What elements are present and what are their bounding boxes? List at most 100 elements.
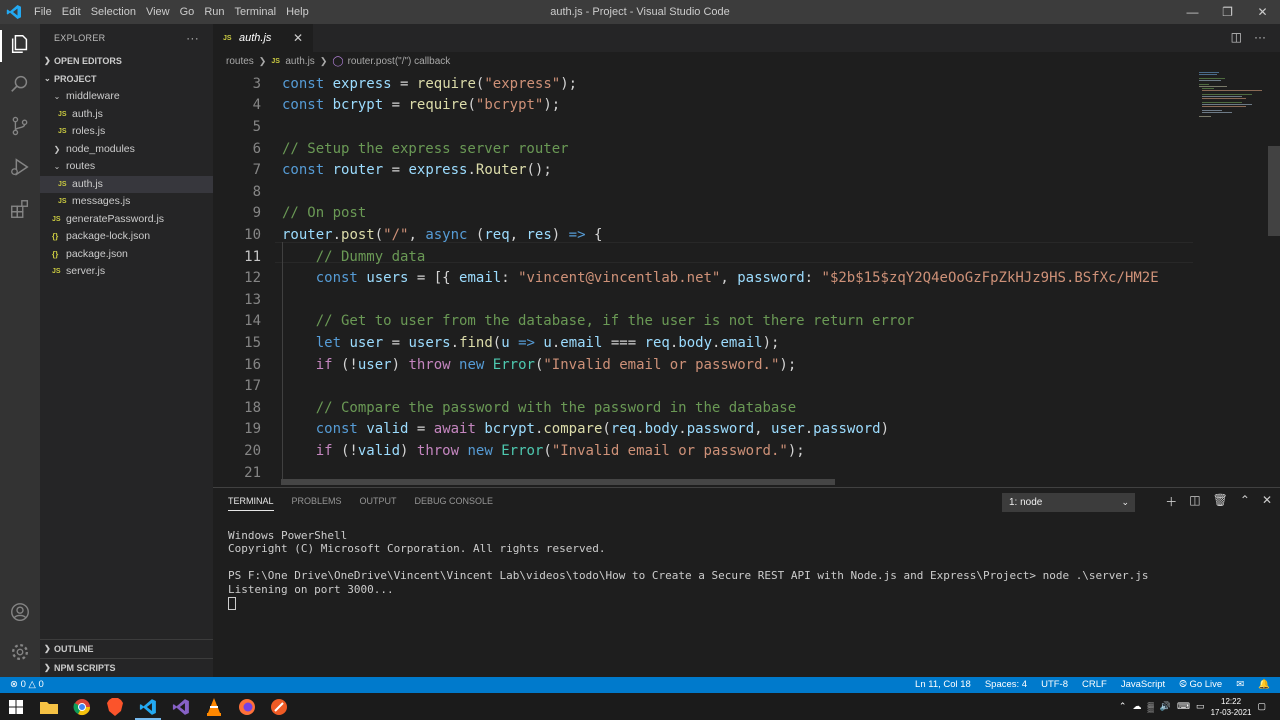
- system-clock[interactable]: 12:22 17-03-2021: [1211, 696, 1252, 718]
- tree-item-label: messages.js: [72, 195, 131, 207]
- chevron-right-icon: ❯: [319, 55, 328, 66]
- brave-icon[interactable]: [104, 696, 126, 718]
- tab-problems[interactable]: PROBLEMS: [292, 496, 342, 511]
- chevron-down-icon: ⌄: [53, 92, 61, 101]
- maximize-panel-icon[interactable]: ⌃: [1240, 493, 1250, 510]
- account-icon[interactable]: [8, 600, 32, 624]
- tab-terminal[interactable]: TERMINAL: [228, 496, 274, 511]
- cursor-position[interactable]: Ln 11, Col 18: [915, 677, 971, 693]
- status-right: Ln 11, Col 18 Spaces: 4 UTF-8 CRLF JavaS…: [915, 677, 1270, 693]
- restore-icon[interactable]: ❐: [1210, 0, 1245, 24]
- notification-center-icon[interactable]: ▢: [1257, 701, 1266, 712]
- problems-indicator[interactable]: ⊗ 0 △ 0: [10, 677, 44, 693]
- chevron-right-icon: ❯: [53, 144, 61, 154]
- tree-item[interactable]: ⌄ routes: [40, 158, 213, 176]
- line-endings[interactable]: CRLF: [1082, 677, 1107, 693]
- feedback-icon[interactable]: ✉: [1236, 677, 1244, 693]
- warning-count: 0: [38, 679, 44, 690]
- vertical-scrollbar[interactable]: [1268, 70, 1280, 487]
- code-line: const express = require("express");: [282, 75, 578, 92]
- tree-item[interactable]: JS server.js: [40, 263, 213, 281]
- language-mode[interactable]: JavaScript: [1121, 677, 1165, 693]
- broadcast-icon: ⧀: [1179, 679, 1187, 690]
- npm-scripts-section[interactable]: ❯ NPM SCRIPTS: [40, 658, 213, 677]
- menu-file[interactable]: File: [34, 0, 59, 24]
- tab-auth-js[interactable]: JS auth.js ✕: [213, 24, 313, 52]
- tree-item[interactable]: JS messages.js: [40, 193, 213, 211]
- tree-item[interactable]: ⌄ middleware: [40, 88, 213, 106]
- vscode-taskbar-icon[interactable]: [137, 696, 159, 718]
- tree-item[interactable]: JS roles.js: [40, 123, 213, 141]
- project-section[interactable]: ⌄ PROJECT: [40, 70, 213, 88]
- tree-item[interactable]: ❯ node_modules: [40, 141, 213, 159]
- terminal-select[interactable]: 1: node ⌄: [1002, 493, 1135, 512]
- tree-item[interactable]: JS auth.js: [40, 175, 213, 193]
- run-debug-icon[interactable]: [8, 155, 32, 179]
- settings-gear-icon[interactable]: [8, 640, 32, 664]
- breadcrumb-file[interactable]: auth.js: [285, 56, 314, 67]
- source-control-icon[interactable]: [8, 114, 32, 138]
- menu-go[interactable]: Go: [180, 0, 202, 24]
- terminal-line: PS F:\One Drive\OneDrive\Vincent\Vincent…: [228, 569, 1149, 583]
- menu-terminal[interactable]: Terminal: [235, 0, 284, 24]
- code-line: // Compare the password with the passwor…: [315, 399, 797, 416]
- horizontal-scrollbar[interactable]: [281, 479, 835, 485]
- chrome-icon[interactable]: [71, 696, 93, 718]
- menu-run[interactable]: Run: [204, 0, 231, 24]
- minimap[interactable]: [1193, 70, 1268, 487]
- extensions-icon[interactable]: [8, 197, 32, 221]
- tree-item[interactable]: JS generatePassword.js: [40, 211, 213, 229]
- volume-icon[interactable]: 🔊: [1160, 701, 1171, 712]
- scrollbar-thumb[interactable]: [1268, 146, 1280, 236]
- indentation[interactable]: Spaces: 4: [985, 677, 1027, 693]
- explorer-icon[interactable]: [8, 32, 32, 56]
- keyboard-icon[interactable]: ⌨: [1177, 701, 1190, 712]
- windows-start-icon[interactable]: [5, 696, 27, 718]
- line-number: 13: [244, 291, 261, 308]
- menu-view[interactable]: View: [146, 0, 177, 24]
- line-number-row: 17: [213, 375, 1193, 397]
- menu-help[interactable]: Help: [286, 0, 316, 24]
- vlc-icon[interactable]: [203, 696, 225, 718]
- encoding[interactable]: UTF-8: [1041, 677, 1068, 693]
- minimize-icon[interactable]: —: [1175, 0, 1210, 24]
- terminal-output[interactable]: Windows PowerShell Copyright (C) Microsof…: [228, 529, 1149, 610]
- open-editors-section[interactable]: ❯ OPEN EDITORS: [40, 52, 213, 70]
- more-actions-icon[interactable]: ···: [1254, 30, 1266, 44]
- split-editor-icon[interactable]: ◫: [1231, 30, 1242, 44]
- terminal-line: Copyright (C) Microsoft Corporation. All…: [228, 542, 606, 556]
- more-actions-icon[interactable]: ···: [186, 24, 199, 52]
- go-live-button[interactable]: ⧀ Go Live: [1179, 677, 1222, 693]
- cloud-icon[interactable]: ☁: [1132, 701, 1141, 712]
- firefox-icon[interactable]: [236, 696, 258, 718]
- close-tab-icon[interactable]: ✕: [293, 31, 303, 45]
- menu-edit[interactable]: Edit: [62, 0, 88, 24]
- postman-icon[interactable]: [268, 696, 290, 718]
- battery-icon[interactable]: ▭: [1196, 701, 1205, 712]
- visual-studio-icon[interactable]: [170, 696, 192, 718]
- split-terminal-icon[interactable]: ◫: [1189, 493, 1200, 510]
- network-icon[interactable]: ▒: [1147, 702, 1153, 712]
- tree-item[interactable]: {} package-lock.json: [40, 228, 213, 246]
- chevron-up-icon[interactable]: ⌃: [1119, 701, 1127, 712]
- close-window-icon[interactable]: ✕: [1245, 0, 1280, 24]
- tab-label: auth.js: [239, 32, 272, 44]
- tree-item[interactable]: JS auth.js: [40, 106, 213, 124]
- menu-selection[interactable]: Selection: [91, 0, 143, 24]
- tab-output[interactable]: OUTPUT: [360, 496, 397, 511]
- chevron-down-icon: ⌄: [44, 74, 51, 83]
- code-editor[interactable]: 3 4 5 6 7 8 9 10 11 12 13 14 15 16 17 18 19 20 21 const ex…: [213, 70, 1193, 487]
- file-explorer-icon[interactable]: [38, 696, 60, 718]
- terminal-line: Windows PowerShell: [228, 529, 348, 542]
- new-terminal-icon[interactable]: ＋: [1165, 493, 1177, 510]
- tree-item[interactable]: {} package.json: [40, 246, 213, 264]
- trash-icon[interactable]: 🗑: [1213, 493, 1228, 510]
- search-icon[interactable]: [8, 72, 32, 96]
- outline-section[interactable]: ❯ OUTLINE: [40, 639, 213, 658]
- notifications-bell-icon[interactable]: 🔔: [1258, 677, 1270, 693]
- breadcrumb-symbol[interactable]: router.post("/") callback: [348, 56, 451, 67]
- close-panel-icon[interactable]: ✕: [1262, 493, 1272, 510]
- tab-debug-console[interactable]: DEBUG CONSOLE: [415, 496, 494, 511]
- js-file-icon: JS: [223, 34, 232, 42]
- breadcrumb-folder[interactable]: routes: [226, 56, 254, 67]
